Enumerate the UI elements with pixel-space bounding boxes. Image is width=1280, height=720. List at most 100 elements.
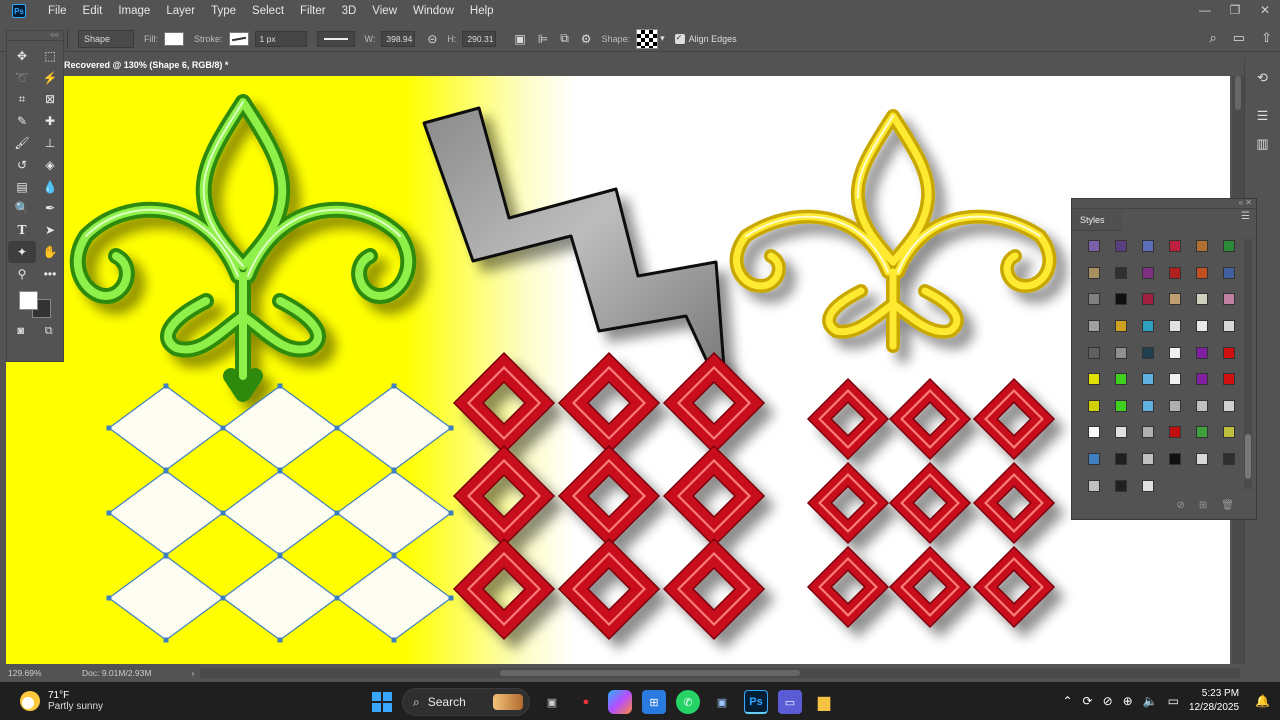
share-icon[interactable]: ⇧ [1261, 30, 1272, 46]
stroke-type-select[interactable] [316, 30, 355, 47]
style-swatch[interactable] [1134, 313, 1161, 340]
chevron-down-icon[interactable]: ▾ [660, 33, 665, 44]
hscroll-thumb[interactable] [500, 670, 800, 676]
style-swatch[interactable] [1215, 366, 1242, 393]
style-swatch[interactable] [1188, 313, 1215, 340]
clear-style-icon[interactable]: ⊘ [1177, 500, 1185, 511]
style-swatch[interactable] [1134, 446, 1161, 473]
camera-icon[interactable]: ▣ [710, 690, 734, 714]
network-off-icon[interactable]: ⊘ [1103, 694, 1113, 708]
style-swatch[interactable] [1215, 233, 1242, 260]
menu-window[interactable]: Window [405, 5, 462, 17]
style-swatch[interactable] [1161, 233, 1188, 260]
style-swatch[interactable] [1080, 419, 1107, 446]
search-icon[interactable]: ⌕ [1210, 30, 1217, 46]
panel-menu-icon[interactable]: ☰ [1241, 211, 1250, 222]
style-swatch[interactable] [1161, 286, 1188, 313]
style-swatch[interactable] [1134, 366, 1161, 393]
document-canvas[interactable] [6, 76, 1230, 664]
copilot-icon[interactable] [608, 690, 632, 714]
style-swatch[interactable] [1134, 393, 1161, 420]
canvas-horizontal-scrollbar[interactable] [200, 668, 1240, 678]
style-swatch[interactable] [1080, 446, 1107, 473]
height-field[interactable]: 290.31 [462, 30, 497, 47]
style-swatch[interactable] [1161, 446, 1188, 473]
crop-tool-icon[interactable]: ⌗ [8, 89, 36, 111]
style-swatch[interactable] [1188, 260, 1215, 287]
whatsapp-icon[interactable]: ✆ [676, 690, 700, 714]
history-brush-tool-icon[interactable]: ↺ [8, 154, 36, 176]
workspace-icon[interactable]: ▭ [1233, 30, 1245, 46]
globe-icon[interactable]: ⊕ [1123, 694, 1133, 708]
menu-edit[interactable]: Edit [75, 5, 111, 17]
style-swatch[interactable] [1107, 419, 1134, 446]
style-swatch[interactable] [1107, 260, 1134, 287]
eraser-tool-icon[interactable]: ◈ [36, 154, 64, 176]
layers-panel-icon[interactable]: ▥ [1245, 136, 1280, 152]
zoom-level[interactable]: 129.69% [8, 668, 68, 678]
menu-image[interactable]: Image [110, 5, 158, 17]
battery-icon[interactable]: ▭ [1168, 694, 1179, 708]
clock[interactable]: 5:23 PM 12/28/2025 [1189, 687, 1239, 715]
photoshop-logo-icon[interactable]: Ps [12, 4, 26, 18]
menu-select[interactable]: Select [244, 5, 292, 17]
task-view-icon[interactable]: ▣ [540, 690, 564, 714]
styles-tab[interactable]: Styles [1072, 209, 1122, 231]
style-swatch[interactable] [1080, 393, 1107, 420]
style-swatch[interactable] [1161, 313, 1188, 340]
style-swatch[interactable] [1107, 472, 1134, 499]
menu-help[interactable]: Help [462, 5, 502, 17]
restore-icon[interactable]: ❐ [1220, 0, 1250, 22]
style-swatch[interactable] [1080, 313, 1107, 340]
style-swatch[interactable] [1080, 472, 1107, 499]
style-swatch[interactable] [1188, 366, 1215, 393]
style-swatch[interactable] [1188, 446, 1215, 473]
chevron-up-icon[interactable]: ⌃ [1062, 694, 1072, 708]
style-swatch[interactable] [1215, 446, 1242, 473]
style-swatch[interactable] [1080, 286, 1107, 313]
tool-mode-select[interactable]: Shape [78, 29, 134, 48]
sync-icon[interactable]: ⟳ [1083, 694, 1093, 708]
style-swatch[interactable] [1134, 472, 1161, 499]
style-swatch[interactable] [1215, 260, 1242, 287]
style-swatch[interactable] [1188, 339, 1215, 366]
style-swatch[interactable] [1134, 286, 1161, 313]
teams-icon[interactable]: ▭ [778, 690, 802, 714]
path-operations-icon[interactable]: ▣ [514, 32, 525, 46]
magic-wand-tool-icon[interactable]: ⚡ [36, 67, 64, 89]
minimize-icon[interactable]: — [1190, 0, 1220, 22]
path-alignment-icon[interactable]: ⊫ [538, 32, 548, 46]
style-swatch[interactable] [1188, 233, 1215, 260]
store-icon[interactable]: ⊞ [642, 690, 666, 714]
link-icon[interactable]: ⊝ [427, 32, 437, 46]
style-swatch[interactable] [1107, 393, 1134, 420]
properties-panel-icon[interactable]: ☰ [1245, 108, 1280, 124]
file-explorer-icon[interactable]: ▆ [812, 690, 836, 714]
style-swatch[interactable] [1134, 339, 1161, 366]
path-arrangement-icon[interactable]: ⧉ [560, 31, 569, 46]
toolbar-collapse[interactable]: «« [7, 31, 63, 41]
trash-icon[interactable]: 🗑 [1221, 500, 1234, 511]
menu-type[interactable]: Type [203, 5, 244, 17]
new-style-icon[interactable]: ⊞ [1199, 500, 1207, 511]
style-swatch[interactable] [1215, 339, 1242, 366]
style-swatch[interactable] [1107, 446, 1134, 473]
zoom-tool-icon[interactable]: ⚲ [8, 263, 36, 285]
style-swatch[interactable] [1134, 260, 1161, 287]
windows-start-icon[interactable] [372, 692, 392, 712]
pen-tool-icon[interactable]: ✒ [36, 198, 64, 220]
screen-mode-icon[interactable]: ⧉ [45, 325, 53, 338]
move-tool-icon[interactable]: ✥ [8, 45, 36, 67]
style-swatch[interactable] [1188, 393, 1215, 420]
menu-layer[interactable]: Layer [158, 5, 203, 17]
path-selection-tool-icon[interactable]: ➤ [36, 219, 64, 241]
align-edges-checkbox[interactable]: Align Edges [674, 33, 737, 44]
scroll-thumb[interactable] [1235, 76, 1241, 110]
more-tools-icon[interactable]: ••• [36, 263, 64, 285]
style-swatch[interactable] [1161, 419, 1188, 446]
style-swatch[interactable] [1080, 366, 1107, 393]
record-app-icon[interactable]: ● [574, 690, 598, 714]
fill-swatch[interactable] [164, 31, 184, 46]
menu-filter[interactable]: Filter [292, 5, 334, 17]
style-swatch[interactable] [1161, 393, 1188, 420]
